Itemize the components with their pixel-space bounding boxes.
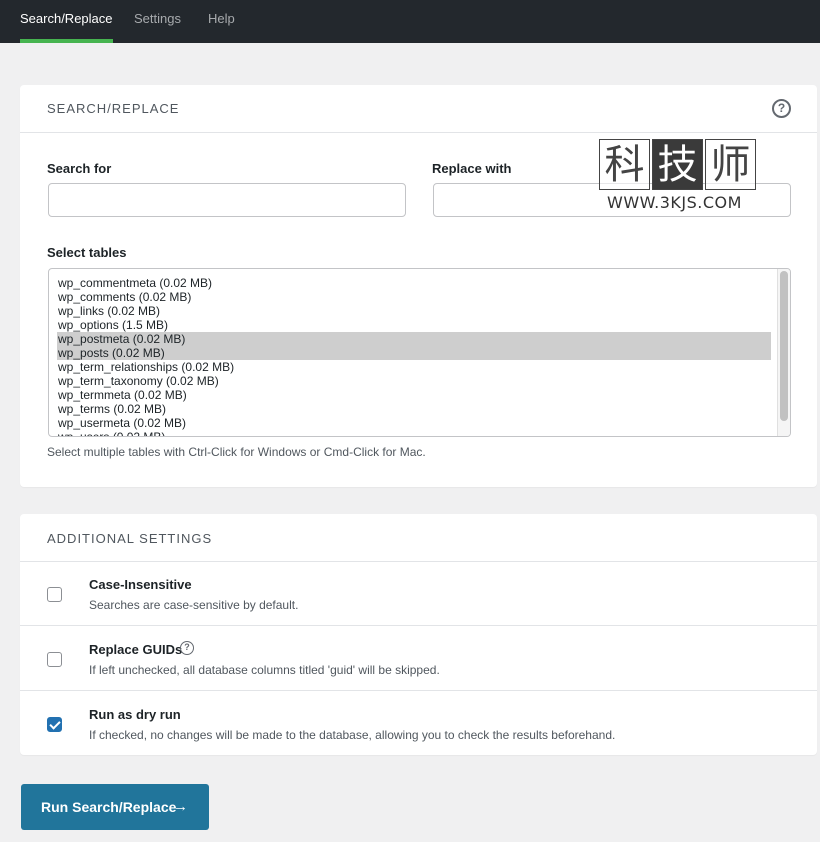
table-option[interactable]: wp_users (0.02 MB) (57, 430, 771, 436)
watermark-char: 科 (599, 139, 650, 190)
run-button-label: Run Search/Replace (41, 799, 177, 815)
arrow-right-icon: → (173, 798, 188, 815)
table-option[interactable]: wp_comments (0.02 MB) (57, 290, 771, 304)
replace-guids-checkbox[interactable] (47, 652, 62, 667)
setting-dry-run: Run as dry run If checked, no changes wi… (20, 692, 817, 756)
search-label: Search for (47, 161, 112, 176)
table-option[interactable]: wp_options (1.5 MB) (57, 318, 771, 332)
table-option[interactable]: wp_posts (0.02 MB) (57, 346, 771, 360)
card-title: ADDITIONAL SETTINGS (47, 531, 213, 546)
table-option[interactable]: wp_term_relationships (0.02 MB) (57, 360, 771, 374)
setting-description: Searches are case-sensitive by default. (89, 598, 299, 612)
tables-list: wp_commentmeta (0.02 MB) wp_comments (0.0… (57, 276, 771, 436)
search-input[interactable] (48, 183, 406, 217)
card-header: SEARCH/REPLACE ? (20, 85, 817, 133)
table-option[interactable]: wp_usermeta (0.02 MB) (57, 416, 771, 430)
table-option[interactable]: wp_terms (0.02 MB) (57, 402, 771, 416)
tables-hint: Select multiple tables with Ctrl-Click f… (47, 445, 426, 459)
table-option[interactable]: wp_term_taxonomy (0.02 MB) (57, 374, 771, 388)
run-search-replace-button[interactable]: Run Search/Replace → (21, 784, 209, 830)
watermark-url: WWW.3KJS.COM (607, 193, 742, 212)
setting-title: Replace GUIDs (89, 642, 183, 657)
tables-label: Select tables (47, 245, 127, 260)
tables-select[interactable]: wp_commentmeta (0.02 MB) wp_comments (0.0… (48, 268, 791, 437)
setting-description: If checked, no changes will be made to t… (89, 728, 616, 742)
additional-settings-card: ADDITIONAL SETTINGS Case-Insensitive Sea… (20, 514, 817, 755)
tab-search-replace[interactable]: Search/Replace (20, 0, 113, 43)
table-option[interactable]: wp_termmeta (0.02 MB) (57, 388, 771, 402)
watermark: 科 技 师 WWW.3KJS.COM (599, 139, 757, 213)
scrollbar[interactable] (777, 269, 790, 436)
dry-run-checkbox[interactable] (47, 717, 62, 732)
table-option[interactable]: wp_postmeta (0.02 MB) (57, 332, 771, 346)
card-header: ADDITIONAL SETTINGS (20, 514, 817, 562)
replace-label: Replace with (432, 161, 512, 176)
table-option[interactable]: wp_commentmeta (0.02 MB) (57, 276, 771, 290)
top-navigation: Search/Replace Settings Help (0, 0, 820, 43)
scrollbar-thumb[interactable] (780, 271, 788, 421)
question-circle-icon[interactable]: ? (772, 99, 791, 118)
tab-settings[interactable]: Settings (134, 0, 181, 43)
watermark-char: 师 (705, 139, 756, 190)
setting-title: Run as dry run (89, 707, 181, 722)
setting-description: If left unchecked, all database columns … (89, 663, 440, 677)
case-insensitive-checkbox[interactable] (47, 587, 62, 602)
table-option[interactable]: wp_links (0.02 MB) (57, 304, 771, 318)
tab-help[interactable]: Help (208, 0, 235, 43)
setting-title: Case-Insensitive (89, 577, 192, 592)
setting-case-insensitive: Case-Insensitive Searches are case-sensi… (20, 562, 817, 626)
setting-replace-guids: Replace GUIDs ? If left unchecked, all d… (20, 627, 817, 691)
watermark-char: 技 (652, 139, 703, 190)
question-circle-icon[interactable]: ? (180, 641, 194, 655)
card-title: SEARCH/REPLACE (47, 101, 180, 116)
